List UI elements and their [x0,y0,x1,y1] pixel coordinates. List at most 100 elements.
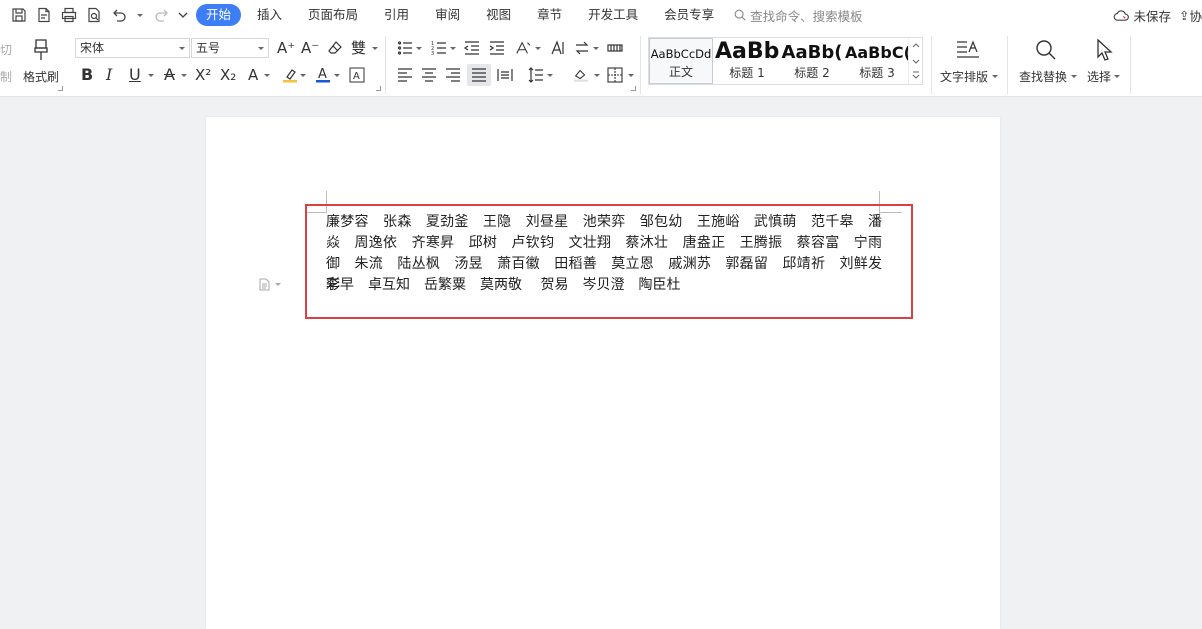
grow-font-icon[interactable]: A⁺ [277,40,295,56]
shading-dropdown-icon[interactable] [594,74,600,77]
find-replace-icon[interactable] [1034,38,1058,62]
chinese-layout-icon[interactable] [513,39,533,57]
italic-icon[interactable]: I [106,67,112,83]
text-effect-dropdown-icon[interactable] [264,74,270,77]
text-layout-label[interactable]: 文字排版 [940,68,988,85]
collaborate-icon[interactable]: ⇪ [1179,8,1189,23]
text-layout-dropdown-icon[interactable] [992,75,998,78]
strikethrough-icon[interactable]: A [164,67,175,83]
font-color-icon[interactable]: A [314,65,331,85]
tab-page-layout[interactable]: 页面布局 [295,4,371,26]
undo-dropdown-icon[interactable] [131,4,149,26]
select-label[interactable]: 选择 [1087,68,1111,85]
subscript-icon[interactable]: X₂ [220,67,236,83]
text-direction-icon[interactable] [548,39,566,57]
save-status-text: 未保存 [1133,8,1171,24]
separator [385,36,386,94]
separator [1130,36,1131,94]
clipboard-expand-icon[interactable] [58,86,63,91]
cut-button[interactable]: 切 [0,41,12,58]
document-icon [259,278,270,290]
find-replace-dropdown-icon[interactable] [1071,75,1077,78]
strikethrough-dropdown-icon[interactable] [181,74,187,77]
increase-indent-icon[interactable] [488,39,506,57]
customize-toolbar-icon[interactable] [174,4,192,26]
select-dropdown-icon[interactable] [1114,75,1120,78]
style-heading-2-label: 标题 2 [794,66,830,80]
tab-view[interactable]: 视图 [473,4,524,26]
line-spacing-dropdown-icon[interactable] [547,74,553,77]
bullet-list-dropdown-icon[interactable] [416,47,422,50]
tab-insert[interactable]: 插入 [244,4,295,26]
underline-icon[interactable]: U [129,67,141,83]
line-spacing-icon[interactable] [527,66,545,84]
numbered-list-icon[interactable]: 123 [430,39,448,57]
font-color-dropdown-icon[interactable] [334,74,340,77]
align-center-icon[interactable] [420,66,438,84]
format-painter-icon[interactable] [31,38,51,62]
justify-icon[interactable] [467,64,491,86]
font-expand-icon[interactable] [376,86,381,91]
superscript-icon[interactable]: X² [195,67,211,83]
separator [931,36,932,94]
tab-home[interactable]: 开始 [196,4,242,26]
tab-references[interactable]: 引用 [371,4,422,26]
show-marks-icon[interactable] [606,39,624,57]
distribute-icon[interactable] [496,66,514,84]
menu-bar: 开始 插入 页面布局 引用 审阅 视图 章节 开发工具 会员专享 查找命令、搜索… [0,0,1202,30]
format-painter-label: 格式刷 [23,70,60,84]
style-heading-2[interactable]: AaBb( 标题 2 [780,38,844,84]
style-heading-1[interactable]: AaBb 标题 1 [715,38,779,84]
export-pdf-icon[interactable] [31,4,56,26]
style-heading-3[interactable]: AaBbC( 标题 3 [845,38,909,84]
selection-highlight-box [305,204,913,319]
font-size-select[interactable]: 五号 [191,38,269,58]
svg-text:3: 3 [431,51,434,56]
align-left-icon[interactable] [396,66,414,84]
highlight-color-icon[interactable] [281,66,299,84]
tab-section[interactable]: 章节 [524,4,575,26]
find-replace-label[interactable]: 查找替换 [1019,68,1067,85]
undo-icon[interactable] [106,4,131,26]
borders-icon[interactable] [606,66,624,84]
phonetic-guide-icon[interactable]: 雙 [351,40,366,56]
highlight-dropdown-icon[interactable] [300,74,306,77]
text-layout-icon[interactable] [956,39,980,61]
separator [1007,36,1008,94]
paragraph-handle[interactable] [258,277,282,291]
command-search[interactable]: 查找命令、搜索模板 [733,6,863,25]
print-icon[interactable] [56,4,81,26]
tab-developer[interactable]: 开发工具 [575,4,651,26]
sort-icon[interactable] [573,39,591,57]
copy-button[interactable]: 制 [0,68,12,85]
borders-dropdown-icon[interactable] [628,74,634,77]
align-right-icon[interactable] [444,66,462,84]
styles-scroll[interactable] [908,38,922,84]
character-border-icon[interactable]: A [349,67,365,83]
save-status[interactable]: 未保存 ⇪ 协 [1113,0,1202,30]
redo-icon[interactable] [149,4,174,26]
sort-dropdown-icon[interactable] [593,47,599,50]
bold-icon[interactable]: B [81,67,93,83]
ribbon-tabs: 开始 插入 页面布局 引用 审阅 视图 章节 开发工具 会员专享 [196,4,727,26]
select-icon[interactable] [1094,38,1114,62]
numbered-list-dropdown-icon[interactable] [450,47,456,50]
shading-icon[interactable] [571,66,591,84]
font-family-select[interactable]: 宋体 [75,38,190,58]
shrink-font-icon[interactable]: A⁻ [301,40,319,56]
save-icon[interactable] [6,4,31,26]
paragraph-expand-icon[interactable] [631,86,636,91]
chinese-layout-dropdown-icon[interactable] [535,47,541,50]
tab-member[interactable]: 会员专享 [651,4,727,26]
text-effect-icon[interactable]: A [248,67,258,83]
decrease-indent-icon[interactable] [463,39,481,57]
bullet-list-icon[interactable] [396,39,414,57]
underline-dropdown-icon[interactable] [148,74,154,77]
style-normal[interactable]: AaBbCcDd 正文 [649,38,713,84]
phonetic-guide-dropdown-icon[interactable] [372,47,378,50]
tab-review[interactable]: 审阅 [422,4,473,26]
search-placeholder: 查找命令、搜索模板 [750,8,863,24]
clear-format-icon[interactable] [326,39,344,57]
print-preview-icon[interactable] [81,4,106,26]
svg-text:A: A [353,71,360,82]
